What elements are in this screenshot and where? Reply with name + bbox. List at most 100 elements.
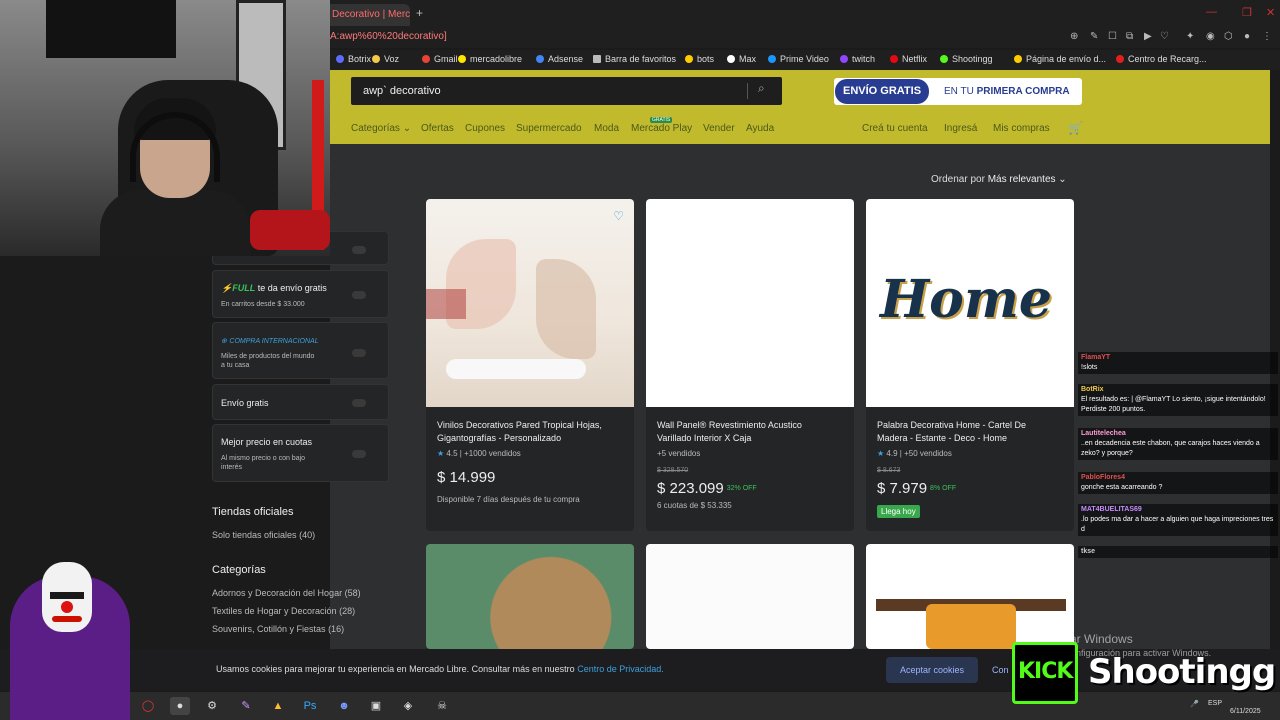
nav-vender[interactable]: Vender	[703, 123, 735, 134]
extension-icon-2[interactable]: ◉	[1206, 31, 1215, 42]
bookmark-item[interactable]: mercadolibre	[458, 54, 522, 64]
sort-dropdown[interactable]: Ordenar por Más relevantes ⌄	[931, 174, 1067, 185]
envio-toggle[interactable]	[352, 399, 366, 407]
product-image[interactable]	[646, 544, 854, 649]
puzzle-icon[interactable]: ⬡	[1224, 31, 1233, 42]
product-title[interactable]: Palabra Decorativa Home - Cartel De Mader…	[877, 419, 1067, 445]
twitch-icon	[840, 55, 848, 63]
bookmark-item[interactable]: Max	[727, 54, 756, 64]
opera-icon[interactable]: ◯	[138, 697, 158, 715]
pin-icon[interactable]: ✎	[1090, 31, 1098, 42]
product-image[interactable]: Home	[866, 199, 1074, 407]
product-card[interactable]	[426, 544, 634, 649]
netflix-icon	[890, 55, 898, 63]
product-card[interactable]	[866, 544, 1074, 649]
product-image[interactable]	[866, 544, 1074, 649]
app-icon[interactable]: ▣	[366, 697, 386, 715]
play-icon[interactable]: ▶	[1144, 31, 1152, 42]
filter-intl[interactable]: ⊕ COMPRA INTERNACIONAL Miles de producto…	[212, 322, 389, 379]
full-toggle[interactable]	[352, 291, 366, 299]
photoshop-icon[interactable]: Ps	[300, 697, 320, 715]
nav-ayuda[interactable]: Ayuda	[746, 123, 774, 134]
intl-toggle[interactable]	[352, 349, 366, 357]
bookmark-item[interactable]: Prime Video	[768, 54, 829, 64]
menu-icon[interactable]: ⋮	[1262, 31, 1272, 42]
language-indicator[interactable]: ESP	[1208, 700, 1222, 707]
category-item[interactable]: Adornos y Decoración del Hogar (58)	[212, 588, 361, 598]
bookmark-item[interactable]: twitch	[840, 54, 875, 64]
zoom-icon[interactable]: ⊕	[1070, 31, 1078, 42]
product-image[interactable]	[426, 199, 634, 407]
search-input[interactable]	[363, 82, 733, 100]
bookmark-item[interactable]: Adsense	[536, 54, 583, 64]
bookmark-item[interactable]: Página de envío d...	[1014, 54, 1106, 64]
capture-icon[interactable]: ◈	[398, 697, 418, 715]
tiendas-filter[interactable]: Solo tiendas oficiales (40)	[212, 530, 315, 540]
cuotas-toggle[interactable]	[352, 450, 366, 458]
product-card[interactable]	[646, 544, 854, 649]
new-tab-button[interactable]: +	[416, 6, 423, 20]
nav-categorias[interactable]: Categorías ⌄	[351, 123, 411, 134]
nav-ofertas[interactable]: Ofertas	[421, 123, 454, 134]
nav-ingresa[interactable]: Ingresá	[944, 123, 977, 134]
category-item[interactable]: Souvenirs, Cotillón y Fiestas (16)	[212, 624, 344, 634]
promo-text: EN TU PRIMERA COMPRA	[944, 86, 1070, 97]
filter-envio-gratis[interactable]: Envío gratis	[212, 384, 389, 420]
mic-icon[interactable]: 🎤	[1190, 700, 1199, 708]
restore-icon[interactable]: ❐	[1242, 6, 1252, 19]
nav-cupones[interactable]: Cupones	[465, 123, 505, 134]
category-item[interactable]: Textiles de Hogar y Decoración (28)	[212, 606, 355, 616]
bookmark-item[interactable]: Barra de favoritos	[593, 54, 676, 64]
product-title[interactable]: Vinilos Decorativos Pared Tropical Hojas…	[437, 419, 627, 445]
search-icon[interactable]: ⌕	[758, 81, 765, 96]
address-bar[interactable]: A:awp%60%20decorativo]	[330, 28, 1280, 48]
bookmark-item[interactable]: Shootingg	[940, 54, 993, 64]
cuotas-sub-1: Al mismo precio o con bajo	[221, 455, 306, 462]
bookmark-item[interactable]: Centro de Recarg...	[1116, 54, 1207, 64]
skull-icon[interactable]: ☠	[432, 697, 452, 715]
pen-icon[interactable]: ✎	[236, 697, 256, 715]
filter-full[interactable]: ⚡FULL te da envío gratis En carritos des…	[212, 270, 389, 318]
minimize-icon[interactable]: —	[1206, 6, 1217, 18]
product-image[interactable]	[646, 199, 854, 407]
favorite-heart-icon[interactable]: ♡	[613, 209, 624, 223]
bookmark-item[interactable]: bots	[685, 54, 714, 64]
bookmark-icon[interactable]: ☐	[1108, 31, 1117, 42]
cuotas-sub-2: interés	[221, 464, 243, 471]
nav-mis-compras[interactable]: Mis compras	[993, 123, 1050, 134]
filter-cuotas[interactable]: Mejor precio en cuotas Al mismo precio o…	[212, 424, 389, 482]
profile-icon[interactable]: ●	[1244, 31, 1250, 42]
heart-icon[interactable]: ♡	[1160, 31, 1169, 42]
address-text[interactable]: A:awp%60%20decorativo]	[330, 31, 447, 42]
product-card[interactable]: Home Palabra Decorativa Home - Cartel De…	[866, 199, 1074, 531]
toggle[interactable]	[352, 246, 366, 254]
screenshot-icon[interactable]: ⧉	[1126, 31, 1133, 42]
extension-icon[interactable]: ✦	[1186, 31, 1194, 42]
bookmark-item[interactable]: Botrix	[336, 54, 371, 64]
bookmark-item[interactable]: Gmail	[422, 54, 458, 64]
cart-icon[interactable]: 🛒	[1068, 121, 1083, 135]
kick-logo-text: KICK	[1018, 659, 1073, 684]
privacy-link[interactable]: Centro de Privacidad.	[577, 664, 664, 674]
vlc-icon[interactable]: ▲	[268, 697, 288, 715]
product-image[interactable]	[426, 544, 634, 649]
nav-moda[interactable]: Moda	[594, 123, 619, 134]
product-card[interactable]: Wall Panel® Revestimiento Acustico Varill…	[646, 199, 854, 531]
product-card[interactable]: ♡ Vinilos Decorativos Pared Tropical Hoj…	[426, 199, 634, 531]
bookmark-item[interactable]: Netflix	[890, 54, 927, 64]
obs-icon[interactable]: ●	[170, 697, 190, 715]
nav-supermercado[interactable]: Supermercado	[516, 123, 582, 134]
steam-icon[interactable]: ⚙	[202, 697, 222, 715]
discord-icon[interactable]: ☻	[334, 697, 354, 715]
prime-video-icon	[768, 55, 776, 63]
nav-crea-cuenta[interactable]: Creá tu cuenta	[862, 123, 928, 134]
clock-date[interactable]: 6/11/2025	[1230, 708, 1261, 715]
browser-tab[interactable]: Decorativo | Mercado	[330, 4, 410, 26]
nav-mercado-play[interactable]: Mercado Play	[631, 123, 692, 134]
botrix-icon	[336, 55, 344, 63]
close-icon[interactable]: ✕	[1266, 6, 1275, 19]
bookmark-item[interactable]: Voz	[372, 54, 399, 64]
promo-banner[interactable]: ENVÍO GRATIS EN TU PRIMERA COMPRA	[834, 78, 1082, 105]
accept-cookies-button[interactable]: Aceptar cookies	[886, 657, 978, 683]
product-title[interactable]: Wall Panel® Revestimiento Acustico Varill…	[657, 419, 847, 445]
